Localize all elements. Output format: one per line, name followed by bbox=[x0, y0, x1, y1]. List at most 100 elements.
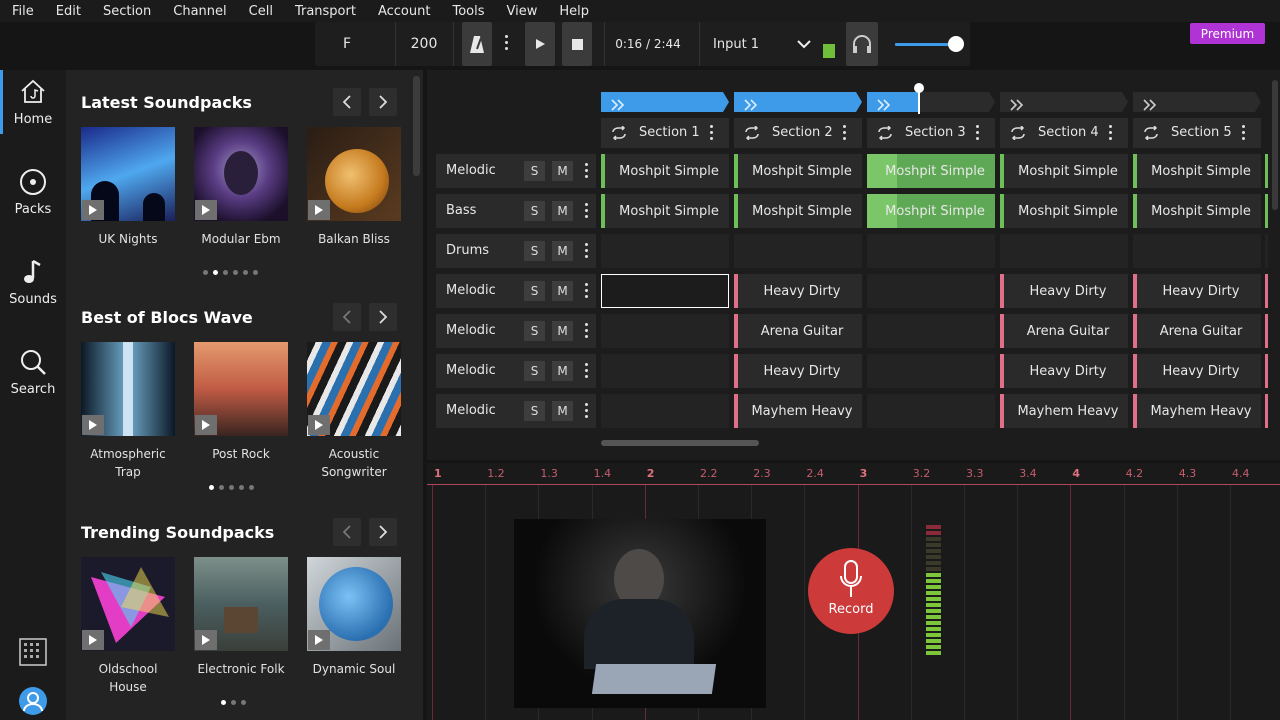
loop-icon[interactable] bbox=[1010, 125, 1026, 144]
mute-button[interactable]: M bbox=[552, 361, 573, 381]
track-header[interactable]: Melodic S M bbox=[436, 274, 596, 308]
track-header[interactable]: Melodic S M bbox=[436, 154, 596, 188]
clip-cell[interactable]: Moshpit Simple bbox=[867, 194, 995, 228]
clip-cell[interactable]: Heavy Dirty bbox=[734, 274, 862, 308]
solo-button[interactable]: S bbox=[524, 161, 545, 181]
clip-cell[interactable]: Moshpit Simple bbox=[734, 194, 862, 228]
menu-file[interactable]: File bbox=[0, 4, 45, 19]
section-header[interactable]: Section 1 bbox=[601, 118, 729, 148]
clip-cell[interactable]: Heavy Dirty bbox=[1133, 274, 1261, 308]
selected-empty-cell[interactable] bbox=[601, 274, 729, 308]
transport-kebab-button[interactable] bbox=[501, 22, 511, 66]
latest-pagination[interactable] bbox=[203, 270, 258, 275]
play-icon[interactable] bbox=[195, 200, 217, 220]
clip-cell[interactable]: Moshpit Simple bbox=[734, 154, 862, 188]
menu-tools[interactable]: Tools bbox=[441, 4, 495, 19]
soundpack-card[interactable]: Electronic Folk bbox=[194, 557, 288, 678]
section-launch-bar[interactable] bbox=[1133, 92, 1261, 112]
best-next-button[interactable] bbox=[369, 303, 397, 331]
section-menu-button[interactable] bbox=[843, 125, 847, 141]
trending-pagination[interactable] bbox=[221, 700, 246, 705]
empty-cell[interactable] bbox=[601, 394, 729, 428]
track-header[interactable]: Melodic S M bbox=[436, 314, 596, 348]
clip-cell[interactable]: Moshpit Simple bbox=[601, 154, 729, 188]
empty-cell[interactable] bbox=[1133, 234, 1261, 268]
trending-prev-button[interactable] bbox=[333, 518, 361, 546]
empty-cell[interactable] bbox=[601, 314, 729, 348]
clip-cell[interactable]: Moshpit Simple bbox=[1133, 194, 1261, 228]
clip-cell[interactable]: Arena Guitar bbox=[734, 314, 862, 348]
section-header[interactable]: Section 4 bbox=[1000, 118, 1128, 148]
clip-cell[interactable]: Heavy Dirty bbox=[1000, 274, 1128, 308]
clip-cell[interactable]: Arena Guitar bbox=[1000, 314, 1128, 348]
track-menu-button[interactable] bbox=[585, 323, 589, 339]
soundpack-card[interactable]: Acoustic Songwriter bbox=[307, 342, 401, 481]
section-menu-button[interactable] bbox=[1242, 125, 1246, 141]
clip-cell[interactable]: Moshpit Simple bbox=[867, 154, 995, 188]
timeline-ruler[interactable]: 1 1.2 1.3 1.4 2 2.2 2.3 2.4 3 3.2 3.3 3.4 4 4.2 4.3 4.4 bbox=[427, 463, 1280, 485]
stop-button[interactable] bbox=[562, 22, 592, 66]
loop-icon[interactable] bbox=[744, 125, 760, 144]
empty-cell[interactable] bbox=[1000, 234, 1128, 268]
trending-next-button[interactable] bbox=[369, 518, 397, 546]
play-icon[interactable] bbox=[82, 415, 104, 435]
menu-edit[interactable]: Edit bbox=[45, 4, 92, 19]
menu-account[interactable]: Account bbox=[367, 4, 442, 19]
solo-button[interactable]: S bbox=[524, 241, 545, 261]
empty-cell[interactable] bbox=[867, 274, 995, 308]
grid-view-icon[interactable] bbox=[19, 638, 47, 666]
menu-channel[interactable]: Channel bbox=[162, 4, 237, 19]
section-menu-button[interactable] bbox=[710, 125, 714, 141]
mute-button[interactable]: M bbox=[552, 161, 573, 181]
nav-search[interactable]: Search bbox=[0, 340, 66, 420]
section-header[interactable]: Section 3 bbox=[867, 118, 995, 148]
empty-cell[interactable] bbox=[601, 354, 729, 388]
clip-cell[interactable]: Heavy Dirty bbox=[1133, 354, 1261, 388]
grid-horizontal-scrollbar[interactable] bbox=[601, 440, 759, 446]
grid-vertical-scrollbar[interactable] bbox=[1272, 80, 1278, 210]
clip-cell[interactable]: Moshpit Simple bbox=[1000, 194, 1128, 228]
key-display[interactable]: F bbox=[343, 22, 351, 66]
section-header[interactable]: Section 5 bbox=[1133, 118, 1261, 148]
best-pagination[interactable] bbox=[209, 485, 254, 490]
mute-button[interactable]: M bbox=[552, 321, 573, 341]
track-menu-button[interactable] bbox=[585, 163, 589, 179]
account-avatar-icon[interactable] bbox=[18, 686, 48, 716]
metronome-button[interactable] bbox=[462, 22, 492, 66]
play-icon[interactable] bbox=[308, 630, 330, 650]
section-header[interactable]: Section 2 bbox=[734, 118, 862, 148]
latest-prev-button[interactable] bbox=[333, 88, 361, 116]
solo-button[interactable]: S bbox=[524, 401, 545, 421]
mute-button[interactable]: M bbox=[552, 201, 573, 221]
solo-button[interactable]: S bbox=[524, 281, 545, 301]
loop-icon[interactable] bbox=[877, 125, 893, 144]
chevron-down-icon[interactable] bbox=[794, 22, 814, 66]
record-button[interactable]: Record bbox=[808, 548, 894, 634]
clip-cell[interactable]: Mayhem Heavy bbox=[1000, 394, 1128, 428]
play-icon[interactable] bbox=[195, 415, 217, 435]
menu-transport[interactable]: Transport bbox=[284, 4, 367, 19]
nav-home[interactable]: Home bbox=[0, 70, 66, 150]
track-header[interactable]: Bass S M bbox=[436, 194, 596, 228]
premium-button[interactable]: Premium bbox=[1190, 23, 1265, 44]
track-header[interactable]: Melodic S M bbox=[436, 354, 596, 388]
clip-cell[interactable]: Moshpit Simple bbox=[1133, 154, 1261, 188]
solo-button[interactable]: S bbox=[524, 201, 545, 221]
track-header[interactable]: Melodic S M bbox=[436, 394, 596, 428]
track-menu-button[interactable] bbox=[585, 363, 589, 379]
volume-slider[interactable] bbox=[895, 22, 965, 66]
empty-cell[interactable] bbox=[867, 354, 995, 388]
section-menu-button[interactable] bbox=[1109, 125, 1113, 141]
empty-cell[interactable] bbox=[601, 234, 729, 268]
menu-cell[interactable]: Cell bbox=[238, 4, 284, 19]
loop-icon[interactable] bbox=[611, 125, 627, 144]
nav-sounds[interactable]: Sounds bbox=[0, 250, 66, 330]
bpm-display[interactable]: 200 bbox=[405, 22, 443, 66]
solo-button[interactable]: S bbox=[524, 361, 545, 381]
track-header[interactable]: Drums S M bbox=[436, 234, 596, 268]
track-menu-button[interactable] bbox=[585, 203, 589, 219]
browser-scrollbar[interactable] bbox=[413, 76, 420, 176]
track-menu-button[interactable] bbox=[585, 243, 589, 259]
clip-cell[interactable]: Mayhem Heavy bbox=[1133, 394, 1261, 428]
soundpack-card[interactable]: UK Nights bbox=[81, 127, 175, 248]
